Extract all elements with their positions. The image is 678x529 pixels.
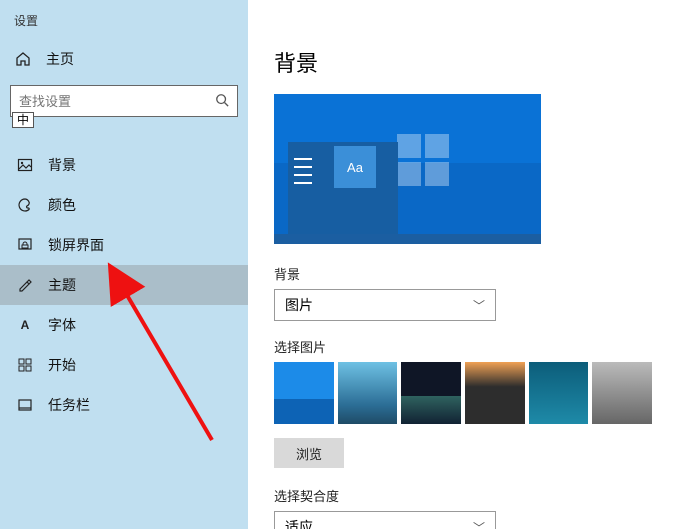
sidebar-item-label: 背景 xyxy=(48,155,76,175)
preview-sample-tile: Aa xyxy=(334,146,376,188)
sidebar-item-taskbar[interactable]: 任务栏 xyxy=(0,385,248,425)
sidebar-item-label: 字体 xyxy=(48,315,76,335)
search-input[interactable] xyxy=(19,86,215,116)
lockscreen-icon xyxy=(16,236,34,254)
background-type-select[interactable]: 图片 ﹀ xyxy=(274,289,496,321)
chevron-down-icon: ﹀ xyxy=(473,297,485,314)
image-thumbnails xyxy=(274,362,652,424)
sidebar-item-label: 开始 xyxy=(48,355,76,375)
main-content: 背景 Aa 背景 图片 ﹀ 选择图片 浏览 选择契合度 适应 ﹀ xyxy=(248,0,678,529)
font-icon: A xyxy=(16,316,34,334)
thumbnail-3[interactable] xyxy=(401,362,461,424)
thumbnail-6[interactable] xyxy=(592,362,652,424)
taskbar-icon xyxy=(16,396,34,414)
thumbnail-4[interactable] xyxy=(465,362,525,424)
page-title: 背景 xyxy=(274,46,652,78)
image-icon xyxy=(16,156,34,174)
choose-image-label: 选择图片 xyxy=(274,337,652,356)
thumbnail-5[interactable] xyxy=(529,362,589,424)
sidebar-item-start[interactable]: 开始 xyxy=(0,345,248,385)
app-title: 设置 xyxy=(0,8,248,39)
sidebar-item-label: 任务栏 xyxy=(48,395,90,415)
preview-taskbar xyxy=(274,234,541,244)
background-preview: Aa xyxy=(274,94,541,244)
settings-sidebar: 设置 主页 中 背景 颜色 xyxy=(0,0,248,529)
sidebar-item-label: 主题 xyxy=(48,275,76,295)
fit-select[interactable]: 适应 ﹀ xyxy=(274,511,496,529)
preview-menu-lines xyxy=(294,158,312,184)
thumbnail-1[interactable] xyxy=(274,362,334,424)
fit-value: 适应 xyxy=(285,517,313,529)
palette-icon xyxy=(16,196,34,214)
fit-label: 选择契合度 xyxy=(274,486,652,505)
sidebar-item-label: 颜色 xyxy=(48,195,76,215)
search-wrap xyxy=(0,85,248,117)
background-type-value: 图片 xyxy=(285,295,313,315)
search-icon xyxy=(215,93,229,110)
ime-badge: 中 xyxy=(12,112,34,128)
sidebar-home[interactable]: 主页 xyxy=(0,39,248,79)
sidebar-item-themes[interactable]: 主题 xyxy=(0,265,248,305)
sidebar-item-label: 锁屏界面 xyxy=(48,235,104,255)
sidebar-item-colors[interactable]: 颜色 xyxy=(0,185,248,225)
search-box[interactable] xyxy=(10,85,238,117)
windows-logo-icon xyxy=(397,134,449,186)
thumbnail-2[interactable] xyxy=(338,362,398,424)
theme-icon xyxy=(16,276,34,294)
sidebar-item-fonts[interactable]: A 字体 xyxy=(0,305,248,345)
start-icon xyxy=(16,356,34,374)
sidebar-item-lockscreen[interactable]: 锁屏界面 xyxy=(0,225,248,265)
sidebar-item-background[interactable]: 背景 xyxy=(0,145,248,185)
home-icon xyxy=(14,50,32,68)
background-field-label: 背景 xyxy=(274,264,652,283)
sidebar-nav: 背景 颜色 锁屏界面 主题 A 字体 开始 xyxy=(0,145,248,425)
sidebar-home-label: 主页 xyxy=(46,49,74,69)
chevron-down-icon: ﹀ xyxy=(473,519,485,529)
browse-button[interactable]: 浏览 xyxy=(274,438,344,468)
